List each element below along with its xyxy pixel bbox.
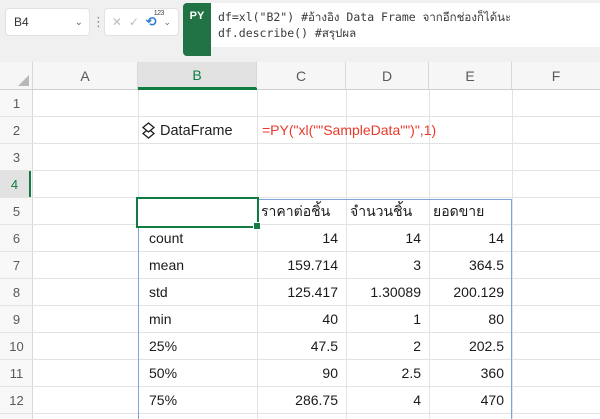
cell-c7[interactable]: 125.417 — [257, 279, 346, 306]
describe-row-25pct: 25% 47.5 2 202.5 — [138, 333, 512, 360]
cell-b9[interactable]: 25% — [138, 333, 257, 360]
cell-b11[interactable]: 75% — [138, 387, 257, 414]
row-header-12[interactable]: 12 — [0, 387, 33, 414]
cell-d4[interactable]: จำนวนชิ้น — [346, 198, 429, 225]
cell-c10[interactable]: 90 — [257, 360, 346, 387]
row-header-3[interactable]: 3 — [0, 144, 33, 171]
cell-d12[interactable]: 5 — [346, 414, 429, 419]
column-header-f[interactable]: F — [512, 62, 600, 89]
python-badge-label: PY — [189, 10, 205, 22]
row-header-10[interactable]: 10 — [0, 333, 33, 360]
cell-b2-dataframe-chip[interactable]: DataFrame — [138, 117, 257, 144]
cell-e6[interactable]: 364.5 — [429, 252, 512, 279]
chevron-down-icon[interactable]: ⌄ — [164, 17, 172, 28]
row-header-4[interactable]: 4 — [0, 171, 31, 198]
cell-e7[interactable]: 200.129 — [429, 279, 512, 306]
formula-input[interactable]: df=xl("B2") #อ้างอิง Data Frame จากอีกช่… — [211, 3, 600, 47]
excel-window: B4 ⌄ ⋮ ✕ ✓ ⟲ 123 ⌄ PY df=xl("B2") #อ้างอิ… — [0, 0, 600, 419]
formula-actions: ✕ ✓ ⟲ 123 ⌄ — [104, 8, 179, 36]
cell-e5[interactable]: 14 — [429, 225, 512, 252]
dataframe-icon — [141, 122, 156, 139]
name-box[interactable]: B4 ⌄ — [5, 8, 90, 36]
column-header-c[interactable]: C — [257, 62, 346, 89]
python-badge: PY — [183, 3, 211, 56]
python-code-line: df.describe() #สรุปผล — [218, 26, 357, 40]
cell-d5[interactable]: 14 — [346, 225, 429, 252]
describe-row-mean: mean 159.714 3 364.5 — [138, 252, 512, 279]
python-code-line: df=xl("B2") #อ้างอิง Data Frame จากอีกช่… — [218, 10, 512, 24]
cell-c5[interactable]: 14 — [257, 225, 346, 252]
active-cell-b4[interactable] — [136, 197, 261, 230]
describe-row-min: min 40 1 80 — [138, 306, 512, 333]
column-header-d[interactable]: D — [346, 62, 429, 89]
cell-b12[interactable]: max — [138, 414, 257, 419]
fill-handle[interactable] — [253, 222, 261, 230]
describe-row-75pct: 75% 286.75 4 470 — [138, 387, 512, 414]
enter-icon[interactable]: ✓ — [129, 15, 139, 29]
cell-e9[interactable]: 202.5 — [429, 333, 512, 360]
cell-c8[interactable]: 40 — [257, 306, 346, 333]
row-header-11[interactable]: 11 — [0, 360, 33, 387]
python-output-type-icon[interactable]: ⟲ 123 — [146, 10, 165, 30]
cancel-icon[interactable]: ✕ — [112, 15, 122, 29]
cell-e12[interactable]: 798 — [429, 414, 512, 419]
cell-b10[interactable]: 50% — [138, 360, 257, 387]
cell-e4[interactable]: ยอดขาย — [429, 198, 512, 225]
cell-c4[interactable]: ราคาต่อชิ้น — [257, 198, 346, 225]
cell-c11[interactable]: 286.75 — [257, 387, 346, 414]
describe-row-max: max 399 5 798 — [138, 414, 512, 419]
cell-b7[interactable]: std — [138, 279, 257, 306]
describe-row-count: count 14 14 14 — [138, 225, 512, 252]
cell-c2-py-formula[interactable]: =PY("xl(""SampleData"")",1) — [262, 117, 436, 144]
cell-d8[interactable]: 1 — [346, 306, 429, 333]
cell-d11[interactable]: 4 — [346, 387, 429, 414]
cell-c12[interactable]: 399 — [257, 414, 346, 419]
row-header-5[interactable]: 5 — [0, 198, 33, 225]
cell-e11[interactable]: 470 — [429, 387, 512, 414]
column-header-a[interactable]: A — [33, 62, 138, 89]
column-header-row: A B C D E F — [0, 62, 600, 90]
chevron-down-icon[interactable]: ⌄ — [75, 17, 89, 28]
column-header-b[interactable]: B — [138, 62, 257, 89]
dataframe-chip-label: DataFrame — [160, 122, 233, 139]
row-header-8[interactable]: 8 — [0, 279, 33, 306]
worksheet-grid[interactable]: 1 2 3 4 5 6 7 8 9 10 11 12 DataFrame =PY… — [0, 90, 600, 419]
cell-d10[interactable]: 2.5 — [346, 360, 429, 387]
cell-b5[interactable]: count — [138, 225, 257, 252]
formula-bar-chrome: B4 ⌄ ⋮ ✕ ✓ ⟲ 123 ⌄ PY df=xl("B2") #อ้างอิ… — [0, 0, 600, 62]
cell-d6[interactable]: 3 — [346, 252, 429, 279]
cell-d7[interactable]: 1.30089 — [346, 279, 429, 306]
describe-row-std: std 125.417 1.30089 200.129 — [138, 279, 512, 306]
gridline — [512, 90, 513, 419]
cell-e10[interactable]: 360 — [429, 360, 512, 387]
cell-c9[interactable]: 47.5 — [257, 333, 346, 360]
row-header-7[interactable]: 7 — [0, 252, 33, 279]
cell-d9[interactable]: 2 — [346, 333, 429, 360]
row-header-6[interactable]: 6 — [0, 225, 33, 252]
describe-header-row: ราคาต่อชิ้น จำนวนชิ้น ยอดขาย — [257, 198, 512, 225]
column-header-e[interactable]: E — [429, 62, 512, 89]
row-header-2[interactable]: 2 — [0, 117, 33, 144]
cell-b8[interactable]: min — [138, 306, 257, 333]
cell-e8[interactable]: 80 — [429, 306, 512, 333]
cell-b6[interactable]: mean — [138, 252, 257, 279]
cell-c6[interactable]: 159.714 — [257, 252, 346, 279]
row-header-1[interactable]: 1 — [0, 90, 33, 117]
describe-row-50pct: 50% 90 2.5 360 — [138, 360, 512, 387]
select-all-triangle-icon — [18, 75, 29, 86]
row-header-9[interactable]: 9 — [0, 306, 33, 333]
selected-column-underline — [138, 88, 257, 90]
name-box-value: B4 — [14, 15, 29, 29]
select-all-corner[interactable] — [0, 62, 33, 89]
